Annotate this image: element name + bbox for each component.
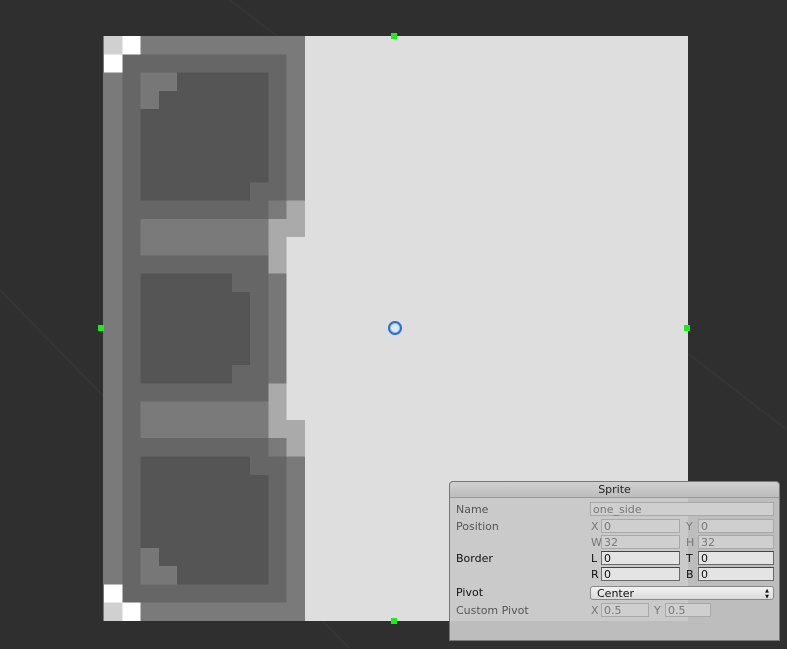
- height-field[interactable]: 32: [698, 535, 774, 549]
- custom-pivot-y-field[interactable]: 0.5: [665, 603, 711, 617]
- resize-handle-right[interactable]: [684, 325, 690, 331]
- border-left-field[interactable]: 0: [601, 551, 680, 565]
- b-label: B: [686, 568, 694, 581]
- dropdown-arrows-icon: ▲ ▼: [765, 588, 769, 600]
- custom-pivot-label: Custom Pivot: [456, 604, 529, 617]
- x-label: X: [591, 520, 599, 533]
- h-label: H: [686, 536, 695, 549]
- pivot-dropdown[interactable]: Center ▲ ▼: [590, 586, 774, 600]
- t-label: T: [686, 552, 693, 565]
- position-x-field[interactable]: 0: [601, 519, 680, 533]
- position-label: Position: [456, 520, 499, 533]
- border-right-field[interactable]: 0: [601, 567, 680, 581]
- custom-pivot-y-label: Y: [654, 604, 661, 617]
- position-y-field[interactable]: 0: [698, 519, 774, 533]
- name-field[interactable]: one_side: [590, 502, 774, 516]
- resize-handle-bottom[interactable]: [391, 618, 397, 624]
- pivot-handle[interactable]: [388, 321, 402, 335]
- border-label: Border: [456, 552, 493, 565]
- width-field[interactable]: 32: [601, 535, 680, 549]
- pivot-label: Pivot: [456, 586, 484, 599]
- panel-title: Sprite: [450, 482, 779, 498]
- l-label: L: [591, 552, 598, 565]
- r-label: R: [591, 568, 599, 581]
- custom-pivot-x-field[interactable]: 0.5: [601, 603, 649, 617]
- border-top-field[interactable]: 0: [698, 551, 774, 565]
- border-bottom-field[interactable]: 0: [698, 567, 774, 581]
- y-label: Y: [686, 520, 693, 533]
- custom-pivot-x-label: X: [591, 604, 599, 617]
- name-label: Name: [456, 503, 489, 516]
- sprite-inspector-panel: Sprite Name one_side Position X 0 Y 0 W …: [449, 481, 780, 641]
- resize-handle-left[interactable]: [98, 325, 104, 331]
- pivot-selected-value: Center: [597, 587, 635, 600]
- resize-handle-top[interactable]: [391, 33, 397, 39]
